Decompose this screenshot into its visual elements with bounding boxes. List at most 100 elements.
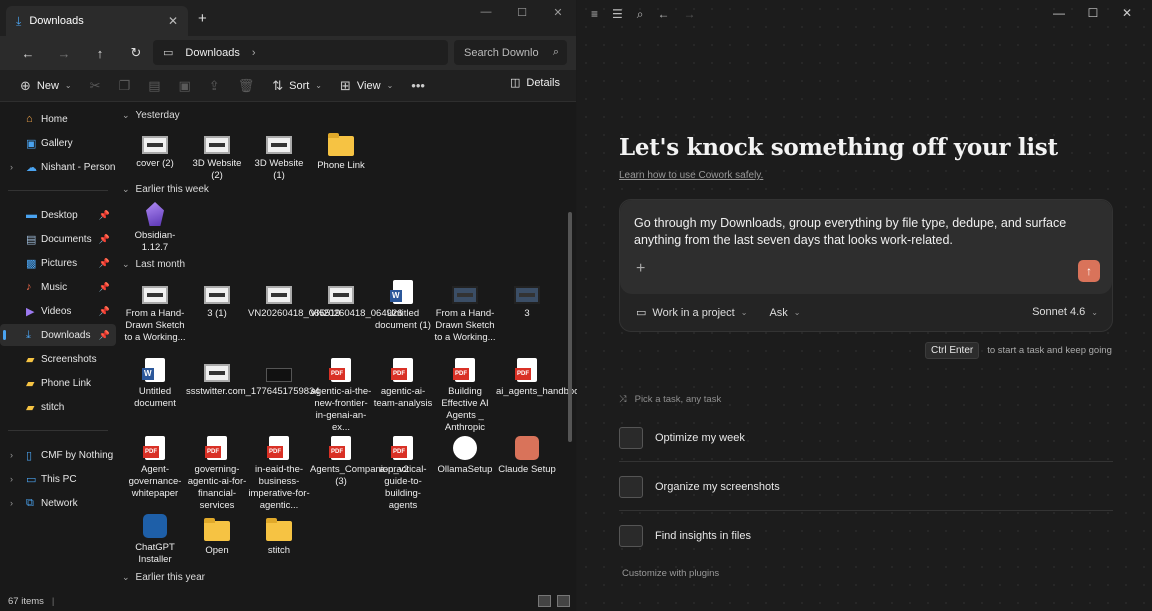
- shuffle-icon[interactable]: ⤨: [619, 394, 627, 405]
- sidebar-item-desktop[interactable]: ▬ Desktop 📌: [0, 204, 116, 226]
- close-tab-icon[interactable]: ✕: [168, 14, 178, 28]
- group-header-earlier-year[interactable]: ⌄ Earlier this year: [122, 572, 205, 583]
- file-item[interactable]: Agents_Companion_v2 (3): [310, 436, 409, 488]
- copy-button[interactable]: ❐: [113, 73, 137, 99]
- sidebar-item-pictures[interactable]: ▩ Pictures 📌: [0, 252, 116, 274]
- sidebar-item-downloads[interactable]: ⤓ Downloads 📌: [0, 324, 116, 346]
- group-header-last-month[interactable]: ⌄ Last month: [122, 259, 185, 270]
- vertical-scrollbar[interactable]: [568, 212, 572, 442]
- sidebar-item-stitch[interactable]: ▰ stitch: [0, 396, 116, 418]
- sidebar-item-network[interactable]: › ⧉ Network: [0, 492, 116, 514]
- maximize-icon[interactable]: ☐: [504, 6, 540, 19]
- file-item[interactable]: 3D Website (2): [186, 136, 248, 182]
- prompt-text[interactable]: Go through my Downloads, group everythin…: [634, 215, 1094, 249]
- close-window-icon[interactable]: ✕: [540, 6, 576, 19]
- file-item[interactable]: Agent-governance-whitepaper: [124, 436, 186, 500]
- chevron-right-icon[interactable]: ›: [252, 47, 256, 59]
- sidebar-item-documents[interactable]: ▤ Documents 📌: [0, 228, 116, 250]
- close-window-icon[interactable]: ✕: [1110, 6, 1144, 20]
- task-find-insights[interactable]: Find insights in files: [619, 512, 1113, 560]
- file-item[interactable]: From a Hand-Drawn Sketch to a Working...: [434, 286, 496, 344]
- maximize-icon[interactable]: ☐: [1076, 6, 1110, 20]
- file-item[interactable]: From a Hand-Drawn Sketch to a Working...: [124, 286, 186, 344]
- view-button[interactable]: ⊞ View ⌄: [334, 73, 399, 99]
- file-item[interactable]: OllamaSetup: [434, 436, 496, 476]
- file-item[interactable]: Untitled document (1): [372, 280, 434, 332]
- back-icon[interactable]: ←: [10, 46, 46, 61]
- chevron-right-icon[interactable]: ›: [10, 498, 13, 508]
- sidebar-item-onedrive[interactable]: › ☁ Nishant - Personal: [0, 156, 116, 178]
- chevron-right-icon[interactable]: ›: [10, 162, 13, 172]
- file-item[interactable]: .: [248, 368, 310, 398]
- file-item[interactable]: Phone Link: [310, 132, 372, 172]
- file-item[interactable]: in-eaid-the-business-imperative-for-agen…: [248, 436, 310, 512]
- sidebar-item-phone[interactable]: › ▯ CMF by Nothing P: [0, 444, 116, 466]
- task-optimize-week[interactable]: Optimize my week: [619, 414, 1113, 462]
- task-organize-screenshots[interactable]: Organize my screenshots: [619, 463, 1113, 511]
- mode-selector[interactable]: Ask ⌄: [769, 307, 800, 319]
- up-icon[interactable]: ↑: [82, 46, 118, 61]
- refresh-icon[interactable]: ↻: [118, 45, 154, 61]
- minimize-icon[interactable]: —: [468, 6, 504, 19]
- file-item[interactable]: a-practical-guide-to-building-agents: [372, 436, 434, 512]
- prompt-input[interactable]: Go through my Downloads, group everythin…: [620, 200, 1112, 294]
- model-selector[interactable]: Sonnet 4.6 ⌄: [1032, 306, 1098, 318]
- file-item[interactable]: governing-agentic-ai-for-financial-servi…: [186, 436, 248, 512]
- sidebar-item-videos[interactable]: ▶ Videos 📌: [0, 300, 116, 322]
- sidebar-item-screenshots[interactable]: ▰ Screenshots: [0, 348, 116, 370]
- file-item[interactable]: Open: [186, 518, 248, 557]
- learn-link[interactable]: Learn how to use Cowork safely.: [619, 170, 763, 181]
- file-item[interactable]: VN20260418_064926: [310, 286, 402, 320]
- file-item[interactable]: cover (2): [124, 136, 186, 170]
- file-item[interactable]: Untitled document: [124, 358, 186, 410]
- file-item[interactable]: 3D Website (1): [248, 136, 310, 182]
- more-options-button[interactable]: •••: [405, 73, 431, 99]
- file-item[interactable]: 3: [496, 286, 558, 320]
- tiles-view-icon[interactable]: [557, 595, 570, 607]
- send-button[interactable]: ↑: [1078, 260, 1100, 282]
- project-selector[interactable]: ▭ Work in a project ⌄: [636, 306, 747, 320]
- search-input[interactable]: Search Downlo ⌕: [454, 40, 567, 65]
- details-button[interactable]: ◫ Details: [510, 76, 560, 90]
- share-button[interactable]: ⇪: [203, 73, 226, 99]
- sort-button[interactable]: ⇅ Sort ⌄: [266, 73, 328, 99]
- sidebar-item-this-pc[interactable]: › ▭ This PC: [0, 468, 116, 490]
- menu-icon[interactable]: ≡: [591, 7, 598, 21]
- file-item[interactable]: ChatGPT Installer: [124, 514, 186, 566]
- delete-button[interactable]: 🗑: [232, 73, 261, 99]
- customize-link[interactable]: Customize with plugins: [622, 568, 719, 579]
- file-item[interactable]: ai_agents_handbook: [496, 358, 584, 398]
- file-item[interactable]: VN20260418_065519: [248, 286, 340, 320]
- file-item[interactable]: agentic-ai-the-new-frontier-in-genai-an-…: [310, 358, 372, 434]
- paste-button[interactable]: ▤: [142, 73, 166, 99]
- tab-downloads[interactable]: ⤓ Downloads ✕: [6, 6, 188, 36]
- sidebar-item-gallery[interactable]: ▣ Gallery: [0, 132, 116, 154]
- sidebar-item-home[interactable]: ⌂ Home: [0, 108, 116, 130]
- address-bar[interactable]: ▭ Downloads ›: [153, 40, 448, 65]
- sidebar-toggle-icon[interactable]: ☰: [612, 7, 623, 21]
- sidebar-item-music[interactable]: ♪ Music 📌: [0, 276, 116, 298]
- forward-icon[interactable]: →: [46, 46, 82, 61]
- cut-button[interactable]: ✂: [84, 73, 107, 99]
- details-view-icon[interactable]: [538, 595, 551, 607]
- new-button[interactable]: ⊕ New ⌄: [14, 73, 78, 99]
- file-item[interactable]: Claude Setup: [496, 436, 558, 476]
- search-icon[interactable]: ⌕: [637, 7, 644, 22]
- minimize-icon[interactable]: —: [1042, 6, 1076, 20]
- rename-button[interactable]: ▣: [172, 73, 196, 99]
- back-icon[interactable]: ←: [658, 7, 670, 21]
- breadcrumb[interactable]: Downloads: [185, 47, 239, 59]
- file-item[interactable]: Obsidian-1.12.7: [124, 202, 186, 254]
- file-item[interactable]: ssstwitter.com_1776451759834: [186, 364, 320, 398]
- file-item[interactable]: Building Effective AI Agents _ Anthropic: [434, 358, 496, 434]
- group-header-earlier-week[interactable]: ⌄ Earlier this week: [122, 184, 209, 195]
- add-attachment-icon[interactable]: +: [636, 260, 645, 278]
- file-item[interactable]: agentic-ai-team-analysis: [372, 358, 434, 410]
- sidebar-item-phone-link[interactable]: ▰ Phone Link: [0, 372, 116, 394]
- forward-icon[interactable]: →: [684, 7, 696, 21]
- chevron-right-icon[interactable]: ›: [10, 474, 13, 484]
- file-item[interactable]: stitch: [248, 518, 310, 557]
- file-item[interactable]: 3 (1): [186, 286, 248, 320]
- chevron-right-icon[interactable]: ›: [10, 450, 13, 460]
- group-header-yesterday[interactable]: ⌄ Yesterday: [122, 110, 180, 121]
